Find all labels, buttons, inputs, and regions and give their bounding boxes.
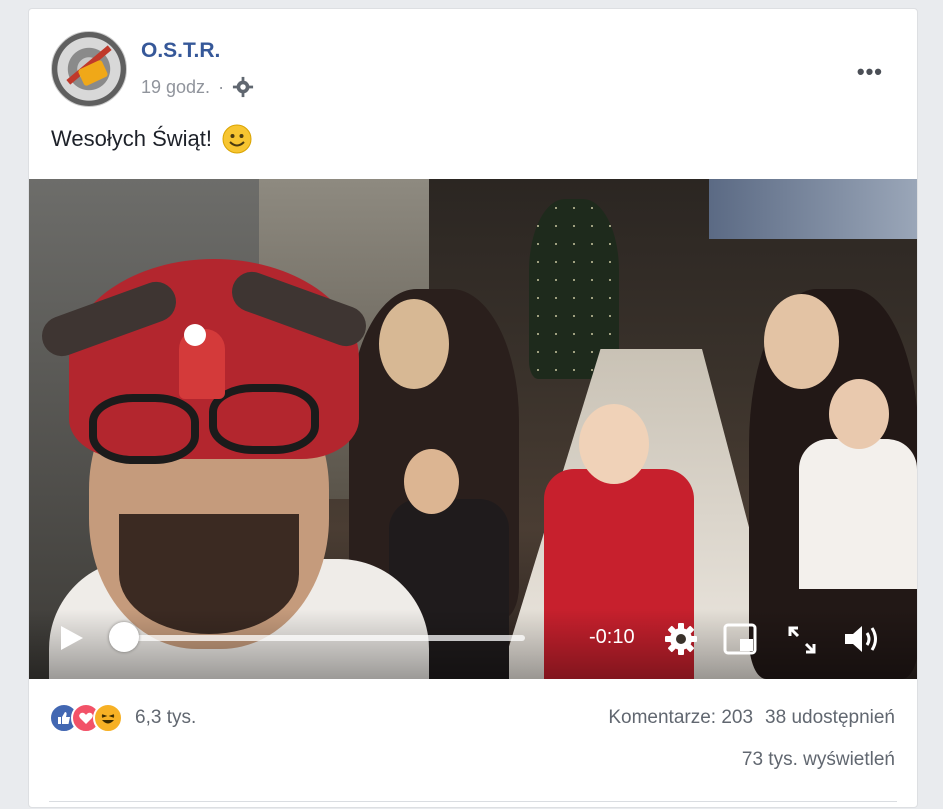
time-remaining: -0:10 [589, 626, 635, 648]
more-options-icon[interactable]: ••• [857, 59, 883, 85]
post-text: Wesołych Świąt! [51, 124, 252, 154]
progress-track[interactable] [119, 635, 525, 641]
post-meta: 19 godz. · [141, 76, 254, 98]
settings-icon[interactable] [663, 621, 699, 657]
volume-icon[interactable] [843, 623, 883, 655]
haha-reaction-icon [93, 703, 123, 733]
meta-separator: · [218, 76, 225, 97]
views-count: 73 tys. wyświetleń [741, 749, 895, 770]
post-message: Wesołych Świąt! [51, 126, 212, 151]
footer-divider [49, 801, 897, 802]
post-footer: 6,3 tys. Komentarze: 203 38 udostępnień … [29, 699, 917, 809]
engagement-stats: Komentarze: 203 38 udostępnień 73 tys. w… [608, 707, 895, 771]
smiley-emoji-icon [222, 124, 252, 154]
progress-scrubber-handle[interactable] [109, 622, 139, 652]
page-name-link[interactable]: O.S.T.R. [141, 39, 220, 63]
audience-gear-icon[interactable] [232, 76, 254, 98]
reaction-count[interactable]: 6,3 tys. [135, 707, 196, 729]
comments-count-link[interactable]: Komentarze: 203 [608, 707, 753, 729]
post-timestamp[interactable]: 19 godz. [141, 77, 210, 98]
page-avatar[interactable] [51, 31, 127, 107]
shares-count-link[interactable]: 38 udostępnień [765, 707, 895, 729]
reactions-summary[interactable]: 6,3 tys. [49, 703, 196, 733]
post-header: O.S.T.R. 19 godz. · ••• [51, 31, 901, 111]
play-icon[interactable] [57, 624, 85, 652]
picture-in-picture-icon[interactable] [723, 623, 757, 655]
video-controls-bar [29, 609, 917, 679]
video-frame-scene [29, 179, 917, 679]
post-card: O.S.T.R. 19 godz. · ••• Wesołych Świąt! [28, 8, 918, 808]
video-player[interactable]: -0:10 [29, 179, 917, 679]
fullscreen-icon[interactable] [787, 625, 817, 655]
